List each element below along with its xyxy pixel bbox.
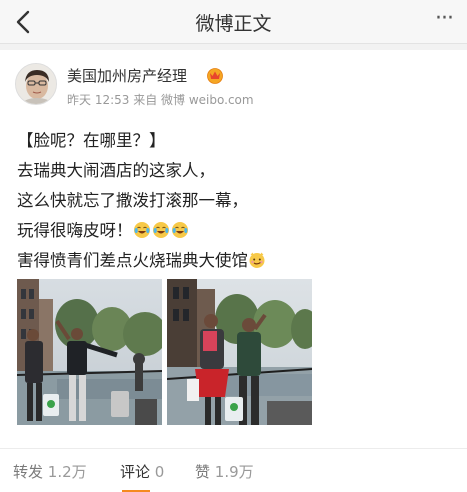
laugh-cry-emoji: [133, 222, 150, 238]
weibo-post-card: 美国加州房产经理 昨天 12:53 来自 微博 weibo.com 【脸呢？在哪…: [0, 50, 467, 448]
content-line: 去瑞典大闹酒店的这家人，: [17, 161, 215, 180]
author-name[interactable]: 美国加州房产经理: [67, 65, 187, 86]
tab-repost[interactable]: 转发 1.2万: [13, 461, 87, 482]
post-photo-1[interactable]: [17, 279, 162, 425]
post-photo-2[interactable]: [167, 279, 312, 425]
content-line-with-emoji: 玩得很嗨皮呀！: [17, 216, 457, 246]
canal-street-photo-1: [17, 279, 162, 425]
avatar[interactable]: [15, 63, 57, 105]
tab-like[interactable]: 赞 1.9万: [195, 461, 254, 482]
laugh-cry-emoji: [171, 222, 188, 238]
post-source: 来自 微博 weibo.com: [133, 93, 254, 107]
content-line: 玩得很嗨皮呀！: [17, 221, 133, 240]
comment-count: 0: [154, 463, 165, 481]
top-navbar: 微博正文 ···: [0, 0, 467, 44]
like-count: 1.9万: [214, 463, 254, 481]
like-label: 赞: [195, 463, 211, 481]
post-content: 【脸呢？在哪里？】 去瑞典大闹酒店的这家人， 这么快就忘了撒泼打滚那一幕， 玩得…: [17, 126, 457, 276]
laugh-cry-emoji: [152, 222, 169, 238]
more-options-button[interactable]: ···: [429, 4, 459, 34]
tab-comment[interactable]: 评论 0: [120, 461, 164, 482]
canal-street-photo-2: [167, 279, 312, 425]
repost-count: 1.2万: [47, 463, 87, 481]
page-title: 微博正文: [195, 13, 272, 35]
post-meta: 昨天 12:53 来自 微博 weibo.com: [67, 91, 254, 108]
content-line: 害得愤青们差点火烧瑞典大使馆: [17, 251, 248, 270]
content-line-with-emoji: 害得愤青们差点火烧瑞典大使馆: [17, 246, 457, 276]
avatar-image: [16, 64, 56, 104]
repost-label: 转发: [13, 463, 44, 481]
content-line: 【脸呢？在哪里？】: [17, 131, 166, 150]
vip-crown-icon[interactable]: [206, 66, 224, 84]
content-line: 这么快就忘了撒泼打滚那一幕，: [17, 191, 248, 210]
comment-label: 评论: [120, 463, 151, 481]
smirk-emoji: [249, 252, 265, 268]
post-time: 昨天 12:53: [67, 93, 130, 107]
post-action-bar: 转发 1.2万 评论 0 赞 1.9万: [0, 448, 467, 492]
